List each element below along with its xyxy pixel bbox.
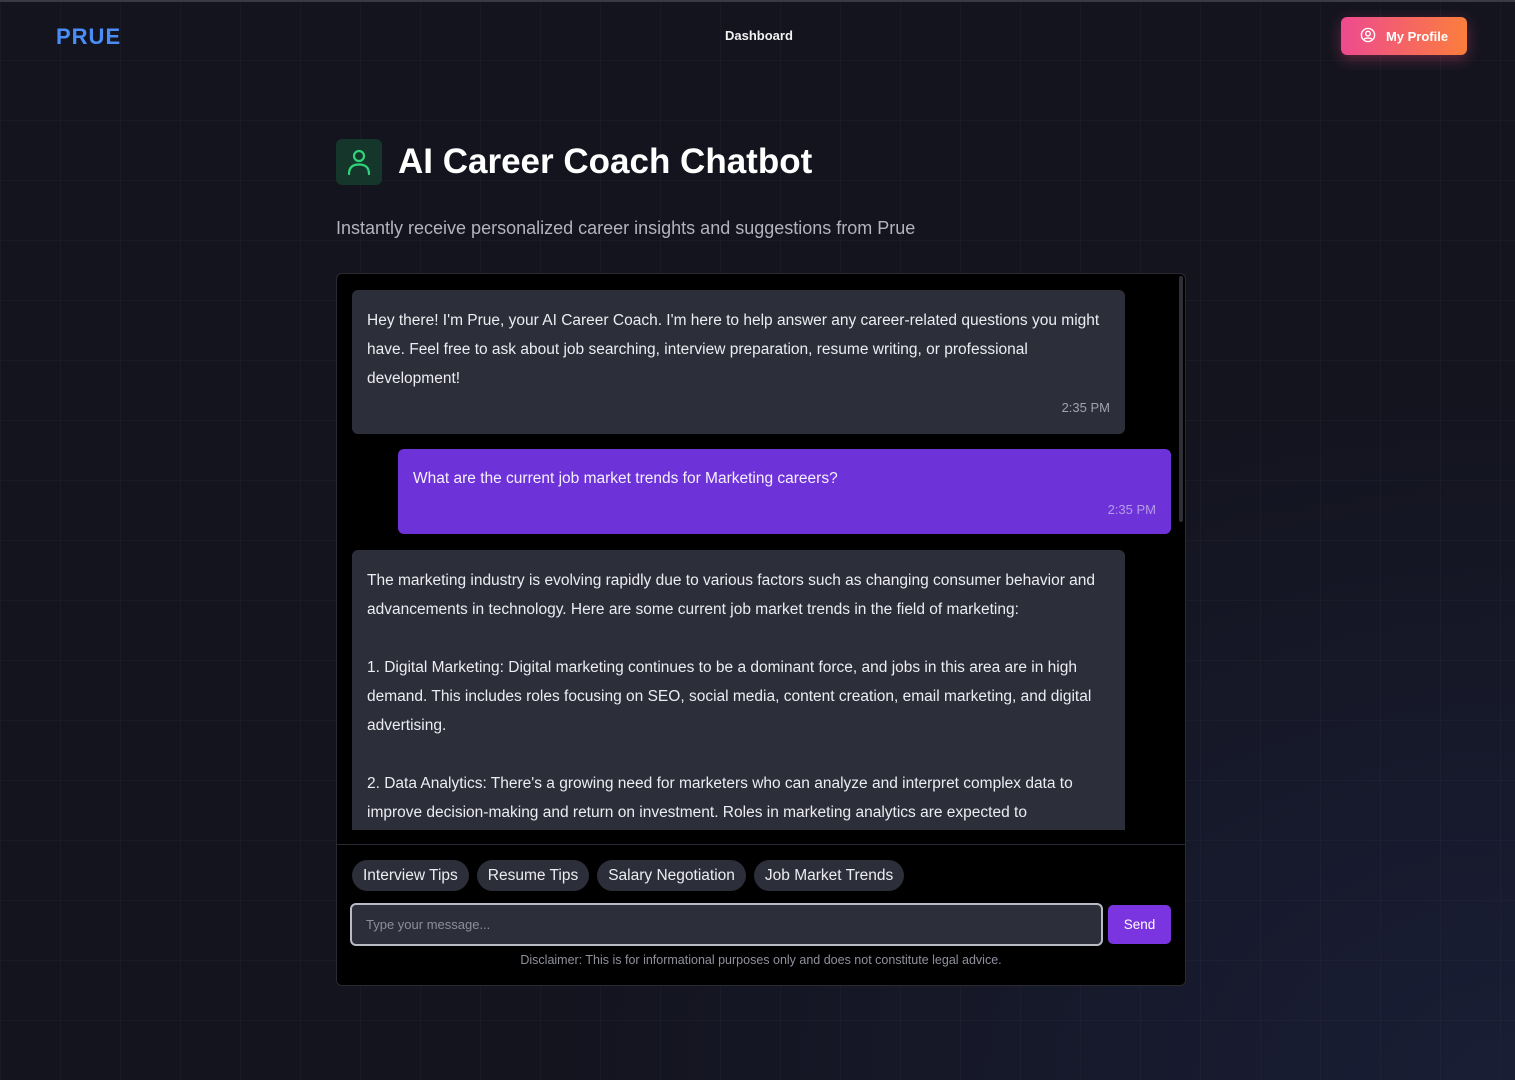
my-profile-button[interactable]: My Profile [1341,17,1467,55]
bot-message: Hey there! I'm Prue, your AI Career Coac… [352,290,1125,434]
chat-panel: Hey there! I'm Prue, your AI Career Coac… [336,273,1186,986]
message-input[interactable] [350,903,1103,946]
message-text: Hey there! I'm Prue, your AI Career Coac… [367,312,1100,387]
send-button[interactable]: Send [1108,905,1171,944]
quick-replies: Interview Tips Resume Tips Salary Negoti… [352,860,905,891]
disclaimer: Disclaimer: This is for informational pu… [520,953,1002,967]
page-title: AI Career Coach Chatbot [398,142,813,181]
bot-message: The marketing industry is evolving rapid… [352,550,1125,830]
app-logo[interactable]: PRUE [56,24,121,50]
quick-reply-job-market-trends[interactable]: Job Market Trends [753,860,905,891]
message-time: 2:35 PM [1061,400,1110,415]
quick-reply-salary-negotiation[interactable]: Salary Negotiation [597,860,746,891]
message-text: The marketing industry is evolving rapid… [367,572,1096,821]
user-circle-icon [1360,27,1376,46]
user-icon [336,139,382,185]
page-subtitle: Instantly receive personalized career in… [336,218,916,238]
message-time: 2:35 PM [1107,502,1156,517]
user-message: What are the current job market trends f… [398,449,1171,534]
message-text: What are the current job market trends f… [413,470,838,487]
quick-reply-interview-tips[interactable]: Interview Tips [352,860,469,891]
message-scrollbar[interactable] [1179,276,1183,522]
message-list[interactable]: Hey there! I'm Prue, your AI Career Coac… [337,274,1185,830]
my-profile-label: My Profile [1385,28,1449,44]
nav-dashboard-link[interactable]: Dashboard [725,28,793,43]
composer: Interview Tips Resume Tips Salary Negoti… [337,844,1185,985]
quick-reply-resume-tips[interactable]: Resume Tips [476,860,590,891]
top-navbar: PRUE Dashboard My Profile [0,2,1515,74]
